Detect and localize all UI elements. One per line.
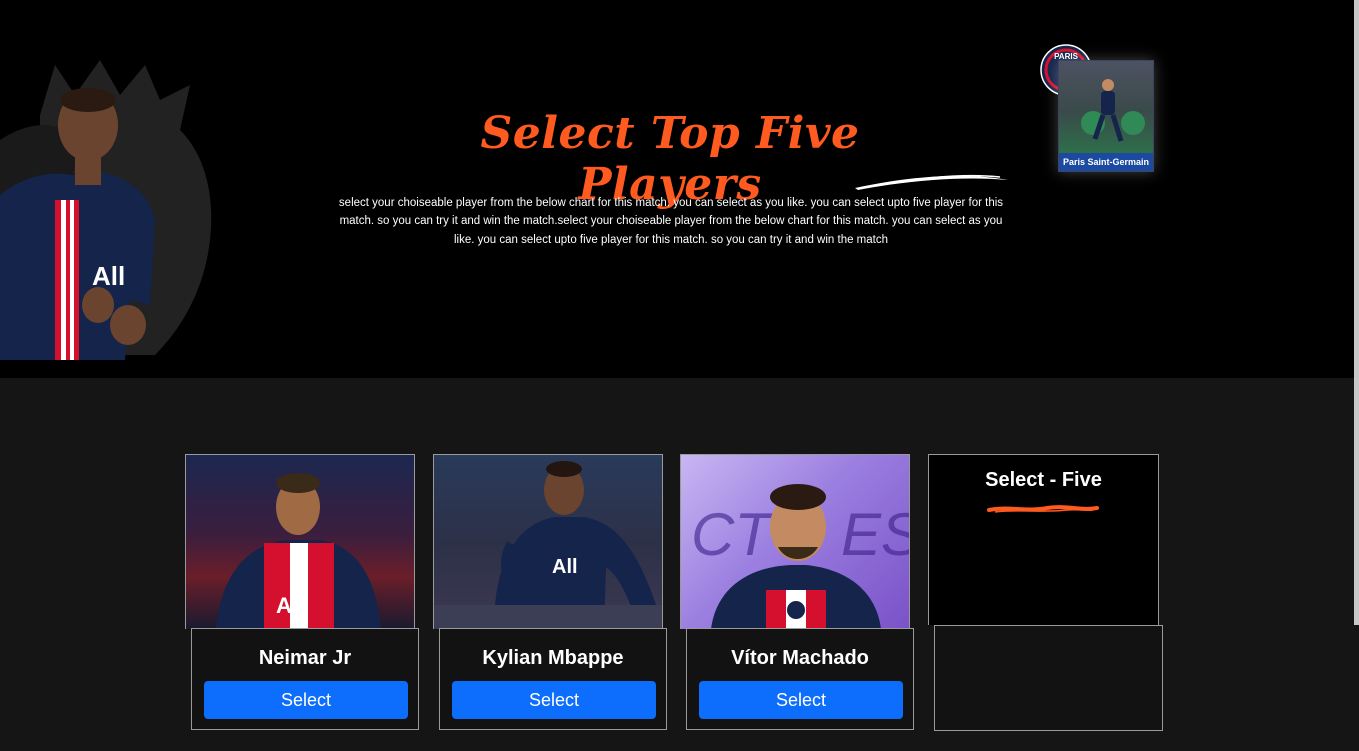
mbappe-illustration: All <box>0 60 212 360</box>
hero-banner: All Select Top Five Players select your … <box>0 0 1354 378</box>
player-card-footer: Kylian Mbappe Select <box>439 628 667 730</box>
player-name: Neimar Jr <box>258 647 352 669</box>
title-swoosh-decoration <box>855 174 1008 190</box>
player-name: Kylian Mbappe <box>482 647 624 669</box>
hero-description: select your choiseable player from the b… <box>338 197 1004 246</box>
player-photo-mbappe: All <box>433 454 663 629</box>
page-scrollbar[interactable] <box>1354 0 1359 625</box>
club-promo-image <box>1059 61 1153 153</box>
svg-text:All: All <box>552 556 578 578</box>
scrollbar-thumb[interactable] <box>1354 0 1359 625</box>
player-card-footer: Vítor Machado Select <box>686 628 914 730</box>
title-brush-underline <box>987 505 1099 513</box>
svg-text:ES: ES <box>841 501 909 568</box>
club-promo-card: Paris Saint-Germain <box>1058 60 1154 172</box>
selection-panel-title: Select - Five <box>985 469 1102 491</box>
player-photo-vitor-machado: CT ES <box>680 454 910 629</box>
player-photo-neymar: All <box>185 454 415 629</box>
select-vitor-machado-button[interactable]: Select <box>699 681 903 719</box>
player-card-footer: Neimar Jr Select <box>191 628 419 730</box>
svg-text:All: All <box>92 261 125 291</box>
select-neymar-button[interactable]: Select <box>204 681 408 719</box>
svg-text:CT: CT <box>691 501 775 568</box>
selection-panel-footer <box>934 625 1163 731</box>
selection-panel: Select - Five <box>928 454 1159 625</box>
club-promo-caption: Paris Saint-Germain <box>1059 153 1153 171</box>
select-mbappe-button[interactable]: Select <box>452 681 656 719</box>
player-name: Vítor Machado <box>731 647 869 669</box>
svg-text:All: All <box>276 593 304 618</box>
